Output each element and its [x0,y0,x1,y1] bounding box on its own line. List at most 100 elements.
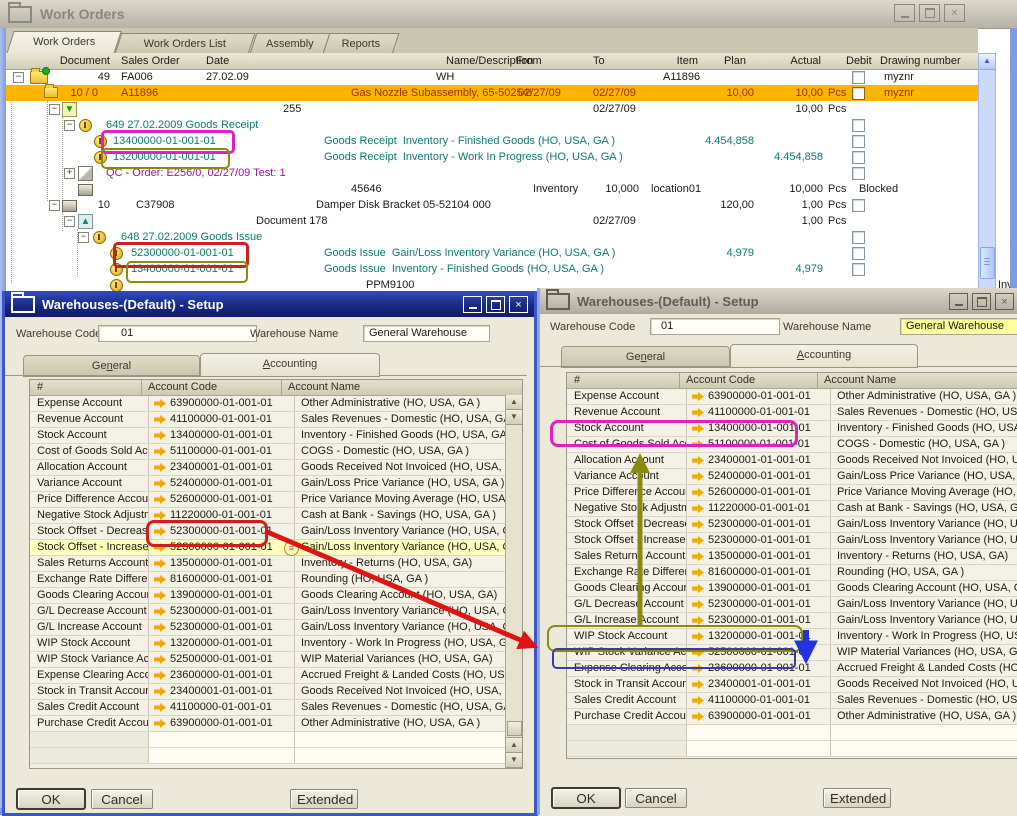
account-row[interactable]: Allocation Account 23400001-01-001-01 Go… [30,460,506,476]
account-row[interactable]: G/L Decrease Account 52300000-01-001-01 … [567,597,1017,613]
scroll-up-icon[interactable]: ▲ [979,54,995,70]
close-icon[interactable]: × [509,296,528,313]
link-arrow-icon[interactable] [154,543,166,552]
wo-row-goods-issue-doc[interactable]: − 648 27.02.2009 Goods Issue [6,229,978,245]
link-arrow-icon[interactable] [692,648,704,657]
link-arrow-icon[interactable] [154,719,166,728]
row-context-menu-icon[interactable]: ≡ [284,541,299,556]
link-arrow-icon[interactable] [692,440,704,449]
account-code-cell[interactable]: 41100000-01-001-01 [149,700,295,715]
maximize-icon[interactable] [972,293,991,310]
link-arrow-icon[interactable] [154,575,166,584]
link-arrow-icon[interactable] [154,559,166,568]
scroll-up-icon[interactable]: ▲ [506,737,522,753]
link-arrow-icon[interactable] [154,591,166,600]
account-row[interactable]: Variance Account 52400000-01-001-01 Gain… [30,476,506,492]
account-code-cell[interactable]: 13500000-01-001-01 [687,549,831,564]
link-arrow-icon[interactable] [692,424,704,433]
link-arrow-icon[interactable] [692,568,704,577]
wo-row-gr-account-2[interactable]: 13200000-01-001-01 Goods Receipt Invento… [6,149,978,165]
link-arrow-icon[interactable] [692,712,704,721]
link-arrow-icon[interactable] [154,431,166,440]
link-arrow-icon[interactable] [692,472,704,481]
minimize-icon[interactable] [949,293,968,310]
account-code-cell[interactable]: 52600000-01-001-01 [149,492,295,507]
wo-row-gi-account-2[interactable]: 13400000-01-001-01 Goods Issue Inventory… [6,261,978,277]
link-arrow-icon[interactable] [692,456,704,465]
scroll-down-icon[interactable]: ▼ [506,410,522,425]
minimize-icon[interactable] [894,4,915,22]
scrollbar-thumb[interactable] [980,247,995,279]
link-arrow-icon[interactable] [692,584,704,593]
account-code-cell[interactable]: 13500000-01-001-01 [149,556,295,571]
debit-checkbox[interactable] [852,167,865,180]
link-arrow-icon[interactable] [692,552,704,561]
account-code-cell[interactable]: 52300000-01-001-01 [687,597,831,612]
account-row[interactable]: Sales Credit Account 41100000-01-001-01 … [567,693,1017,709]
account-row[interactable]: Revenue Account 41100000-01-001-01 Sales… [30,412,506,428]
account-row[interactable]: Cost of Goods Sold Account 51100000-01-0… [30,444,506,460]
account-row[interactable]: G/L Increase Account 52300000-01-001-01 … [30,620,506,636]
account-row[interactable]: Stock Offset - Increase Acc 52300000-01-… [30,540,506,556]
account-row[interactable]: Stock Offset - Decrease Acc 52300000-01-… [567,517,1017,533]
account-row[interactable]: Stock Account 13400000-01-001-01 Invento… [567,421,1017,437]
account-code-cell[interactable]: 51100000-01-001-01 [149,444,295,459]
link-arrow-icon[interactable] [154,639,166,648]
extended-button[interactable]: Extended [290,789,358,809]
link-arrow-icon[interactable] [692,664,704,673]
account-row[interactable]: G/L Decrease Account 52300000-01-001-01 … [30,604,506,620]
account-row[interactable]: Expense Account 63900000-01-001-01 Other… [30,396,506,412]
warehouse-code-field[interactable]: 01 [650,318,780,335]
link-arrow-icon[interactable] [692,536,704,545]
account-code-cell[interactable]: 51100000-01-001-01 [687,437,831,452]
cancel-button[interactable]: Cancel [91,789,153,809]
wo-row-inventory[interactable]: 45646 Inventory 10,000 location01 10,000… [6,181,978,197]
link-arrow-icon[interactable] [692,488,704,497]
link-arrow-icon[interactable] [154,607,166,616]
tab-work-orders-list[interactable]: Work Orders List [115,33,256,54]
link-arrow-icon[interactable] [692,392,704,401]
link-arrow-icon[interactable] [154,447,166,456]
account-code-cell[interactable]: 13200000-01-001-01 [687,629,831,644]
wo-row-header-49[interactable]: − 49 FA006 27.02.09 WH A11896 myznr [6,69,978,85]
account-row[interactable]: Stock Account 13400000-01-001-01 Invento… [30,428,506,444]
account-code-cell[interactable]: 52400000-01-001-01 [687,469,831,484]
link-arrow-icon[interactable] [154,479,166,488]
tab-assembly[interactable]: Assembly [250,33,331,54]
account-row[interactable]: Negative Stock Adjustment Acc 11220000-0… [567,501,1017,517]
account-row[interactable]: Stock Offset - Decrease Acc 52300000-01-… [30,524,506,540]
wo-row-gi-account-1[interactable]: 52300000-01-001-01 Goods Issue Gain/Loss… [6,245,978,261]
account-code-cell[interactable]: 13400000-01-001-01 [687,421,831,436]
account-row[interactable]: Sales Returns Account 13500000-01-001-01… [30,556,506,572]
link-arrow-icon[interactable] [692,520,704,529]
account-row[interactable]: Cost of Goods Sold Account 51100000-01-0… [567,437,1017,453]
maximize-icon[interactable] [486,296,505,313]
account-code-cell[interactable]: 63900000-01-001-01 [687,389,831,404]
warehouses-titlebar[interactable]: Warehouses-(Default) - Setup × [540,288,1017,314]
account-code-cell[interactable]: 52300000-01-001-01 [687,533,831,548]
debit-checkbox[interactable] [852,135,865,148]
account-code-cell[interactable]: 41100000-01-001-01 [687,693,831,708]
account-code-cell[interactable]: 23400001-01-001-01 [687,677,831,692]
tab-general[interactable]: General [23,355,200,377]
collapse-icon[interactable]: − [49,104,60,115]
account-code-cell[interactable]: 41100000-01-001-01 [149,412,295,427]
tab-reports[interactable]: Reports [323,33,400,54]
account-row[interactable]: Allocation Account 23400001-01-001-01 Go… [567,453,1017,469]
account-row[interactable]: WIP Stock Variance Account 52500000-01-0… [30,652,506,668]
account-row[interactable]: Stock in Transit Account 23400001-01-001… [30,684,506,700]
account-code-cell[interactable]: 63900000-01-001-01 [687,709,831,724]
expand-icon[interactable]: + [64,168,75,179]
debit-checkbox[interactable] [852,71,865,84]
scroll-up-icon[interactable]: ▲ [506,395,522,410]
link-arrow-icon[interactable] [154,623,166,632]
tab-accounting[interactable]: Accounting [200,353,380,377]
account-row[interactable]: Purchase Credit Account 63900000-01-001-… [30,716,506,732]
account-code-cell[interactable]: 13400000-01-001-01 [149,428,295,443]
debit-checkbox[interactable] [852,263,865,276]
cancel-button[interactable]: Cancel [625,788,687,808]
minimize-icon[interactable] [463,296,482,313]
close-icon[interactable]: × [995,293,1014,310]
warehouses-titlebar[interactable]: Warehouses-(Default) - Setup × [5,291,534,317]
link-arrow-icon[interactable] [692,632,704,641]
